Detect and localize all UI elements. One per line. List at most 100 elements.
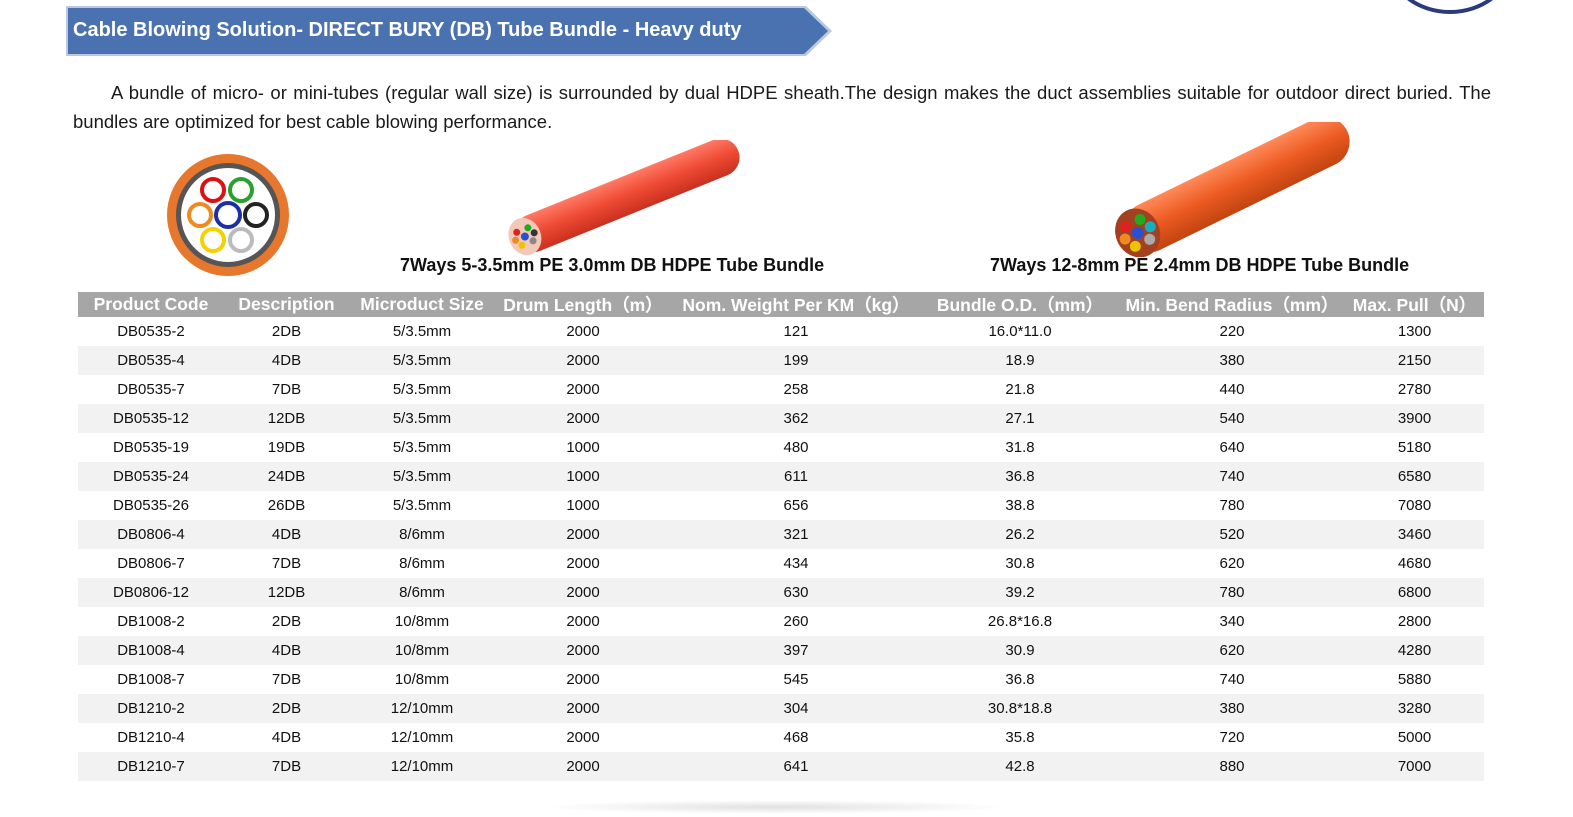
cell-max-pull: 3460 xyxy=(1345,520,1484,549)
cell-product-code: DB1210-4 xyxy=(78,723,224,752)
cell-max-pull: 4280 xyxy=(1345,636,1484,665)
table-row: DB0535-7 7DB 5/3.5mm 2000 258 21.8 440 2780 xyxy=(78,375,1484,404)
cell-product-code: DB1008-7 xyxy=(78,665,224,694)
cell-description: 19DB xyxy=(224,433,349,462)
cell-max-pull: 3280 xyxy=(1345,694,1484,723)
section-banner: Cable Blowing Solution- DIRECT BURY (DB)… xyxy=(66,6,834,56)
cell-microduct-size: 5/3.5mm xyxy=(349,433,495,462)
cell-bundle-od: 31.8 xyxy=(921,433,1119,462)
cell-nom-weight: 121 xyxy=(671,317,921,346)
table-row: DB1008-7 7DB 10/8mm 2000 545 36.8 740 5880 xyxy=(78,665,1484,694)
cell-product-code: DB1008-4 xyxy=(78,636,224,665)
cell-bundle-od: 38.8 xyxy=(921,491,1119,520)
cell-description: 4DB xyxy=(224,636,349,665)
cell-product-code: DB0806-12 xyxy=(78,578,224,607)
cell-microduct-size: 10/8mm xyxy=(349,636,495,665)
cell-microduct-size: 8/6mm xyxy=(349,520,495,549)
cell-microduct-size: 12/10mm xyxy=(349,752,495,781)
cell-bundle-od: 16.0*11.0 xyxy=(921,317,1119,346)
tube-bundle-image-2 xyxy=(1115,122,1350,257)
cell-nom-weight: 656 xyxy=(671,491,921,520)
cell-product-code: DB0535-12 xyxy=(78,404,224,433)
cell-description: 2DB xyxy=(224,607,349,636)
cell-min-bend-radius: 540 xyxy=(1119,404,1345,433)
cell-max-pull: 5000 xyxy=(1345,723,1484,752)
cell-description: 4DB xyxy=(224,723,349,752)
column-header-product-code: Product Code xyxy=(78,292,224,317)
cell-product-code: DB0806-7 xyxy=(78,549,224,578)
cell-nom-weight: 304 xyxy=(671,694,921,723)
cell-min-bend-radius: 340 xyxy=(1119,607,1345,636)
cell-max-pull: 2800 xyxy=(1345,607,1484,636)
cell-microduct-size: 8/6mm xyxy=(349,578,495,607)
table-row: DB0535-2 2DB 5/3.5mm 2000 121 16.0*11.0 220 130… xyxy=(78,317,1484,346)
cell-min-bend-radius: 740 xyxy=(1119,462,1345,491)
table-row: DB1008-2 2DB 10/8mm 2000 260 26.8*16.8 340 2800 xyxy=(78,607,1484,636)
cell-drum-length: 2000 xyxy=(495,520,671,549)
cell-drum-length: 2000 xyxy=(495,636,671,665)
table-body: DB0535-2 2DB 5/3.5mm 2000 121 16.0*11.0 220 130… xyxy=(78,317,1484,781)
cell-product-code: DB1210-7 xyxy=(78,752,224,781)
spec-table: Product Code Description Microduct Size Dru… xyxy=(78,292,1484,781)
cell-min-bend-radius: 780 xyxy=(1119,491,1345,520)
cell-description: 26DB xyxy=(224,491,349,520)
table-row: DB0535-24 24DB 5/3.5mm 1000 611 36.8 740 6580 xyxy=(78,462,1484,491)
column-header-min-bend-radius: Min. Bend Radius（mm） xyxy=(1119,292,1345,317)
cell-product-code: DB0535-2 xyxy=(78,317,224,346)
cell-max-pull: 6580 xyxy=(1345,462,1484,491)
column-header-description: Description xyxy=(224,292,349,317)
cell-nom-weight: 397 xyxy=(671,636,921,665)
cell-drum-length: 1000 xyxy=(495,433,671,462)
cell-description: 7DB xyxy=(224,549,349,578)
cell-description: 7DB xyxy=(224,375,349,404)
cell-description: 4DB xyxy=(224,520,349,549)
cell-bundle-od: 42.8 xyxy=(921,752,1119,781)
cell-nom-weight: 468 xyxy=(671,723,921,752)
cell-description: 7DB xyxy=(224,665,349,694)
table-row: DB0535-12 12DB 5/3.5mm 2000 362 27.1 540 3900 xyxy=(78,404,1484,433)
cell-drum-length: 2000 xyxy=(495,752,671,781)
cell-nom-weight: 480 xyxy=(671,433,921,462)
column-header-bundle-od: Bundle O.D.（mm） xyxy=(921,292,1119,317)
cell-drum-length: 2000 xyxy=(495,665,671,694)
cell-description: 12DB xyxy=(224,404,349,433)
cell-microduct-size: 5/3.5mm xyxy=(349,491,495,520)
cell-microduct-size: 5/3.5mm xyxy=(349,375,495,404)
table-row: DB1210-2 2DB 12/10mm 2000 304 30.8*18.8 380 328… xyxy=(78,694,1484,723)
cell-product-code: DB0535-19 xyxy=(78,433,224,462)
cell-min-bend-radius: 220 xyxy=(1119,317,1345,346)
cell-max-pull: 5180 xyxy=(1345,433,1484,462)
cell-nom-weight: 641 xyxy=(671,752,921,781)
cell-drum-length: 2000 xyxy=(495,549,671,578)
cell-min-bend-radius: 780 xyxy=(1119,578,1345,607)
cell-drum-length: 2000 xyxy=(495,375,671,404)
cell-product-code: DB1008-2 xyxy=(78,607,224,636)
cell-bundle-od: 36.8 xyxy=(921,462,1119,491)
cell-description: 12DB xyxy=(224,578,349,607)
cell-min-bend-radius: 720 xyxy=(1119,723,1345,752)
cell-max-pull: 7000 xyxy=(1345,752,1484,781)
cell-nom-weight: 258 xyxy=(671,375,921,404)
column-header-microduct-size: Microduct Size xyxy=(349,292,495,317)
cell-microduct-size: 8/6mm xyxy=(349,549,495,578)
cell-min-bend-radius: 380 xyxy=(1119,694,1345,723)
cell-drum-length: 2000 xyxy=(495,578,671,607)
cell-bundle-od: 30.9 xyxy=(921,636,1119,665)
cell-drum-length: 2000 xyxy=(495,317,671,346)
cell-description: 2DB xyxy=(224,317,349,346)
cell-nom-weight: 199 xyxy=(671,346,921,375)
cell-max-pull: 3900 xyxy=(1345,404,1484,433)
cell-microduct-size: 5/3.5mm xyxy=(349,317,495,346)
table-header-row: Product Code Description Microduct Size Dru… xyxy=(78,292,1484,317)
cell-microduct-size: 10/8mm xyxy=(349,607,495,636)
table-row: DB0535-19 19DB 5/3.5mm 1000 480 31.8 640 5180 xyxy=(78,433,1484,462)
cell-bundle-od: 35.8 xyxy=(921,723,1119,752)
cell-max-pull: 2150 xyxy=(1345,346,1484,375)
cell-nom-weight: 434 xyxy=(671,549,921,578)
table-row: DB0806-7 7DB 8/6mm 2000 434 30.8 620 4680 xyxy=(78,549,1484,578)
table-row: DB0535-4 4DB 5/3.5mm 2000 199 18.9 380 2150 xyxy=(78,346,1484,375)
cell-min-bend-radius: 620 xyxy=(1119,549,1345,578)
cell-product-code: DB0535-7 xyxy=(78,375,224,404)
cell-product-code: DB0535-24 xyxy=(78,462,224,491)
cell-min-bend-radius: 640 xyxy=(1119,433,1345,462)
